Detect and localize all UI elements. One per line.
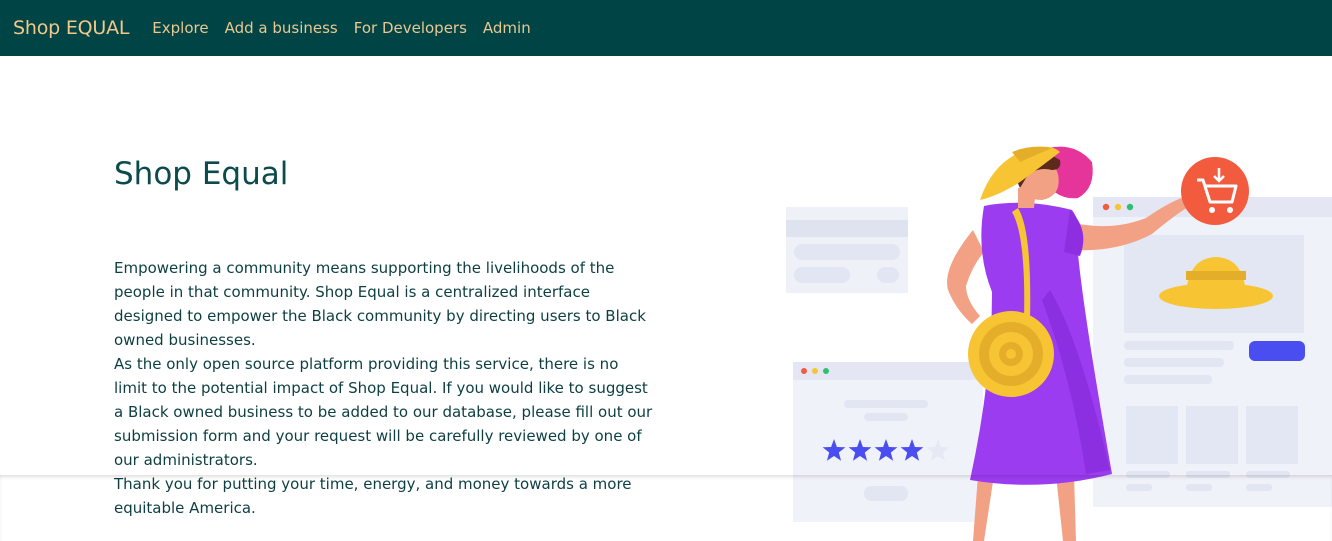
nav-link-add-business[interactable]: Add a business bbox=[225, 19, 338, 37]
hero-paragraph: Empowering a community means supporting … bbox=[114, 259, 646, 349]
hero-description: Empowering a community means supporting … bbox=[114, 256, 654, 520]
hero-paragraph: As the only open source platform providi… bbox=[114, 355, 653, 469]
hero-paragraph: Thank you for putting your time, energy,… bbox=[114, 475, 632, 517]
nav-link-admin[interactable]: Admin bbox=[483, 19, 531, 37]
nav-link-for-developers[interactable]: For Developers bbox=[354, 19, 467, 37]
nav-link-explore[interactable]: Explore bbox=[152, 19, 208, 37]
brand-link[interactable]: Shop EQUAL bbox=[13, 17, 129, 39]
top-navbar: Shop EQUAL Explore Add a business For De… bbox=[0, 0, 1332, 56]
cart-icon bbox=[1181, 157, 1249, 225]
hero-title: Shop Equal bbox=[114, 156, 289, 192]
product-card-left bbox=[786, 207, 908, 293]
shopping-illustration bbox=[786, 146, 1332, 541]
review-window bbox=[793, 362, 983, 522]
